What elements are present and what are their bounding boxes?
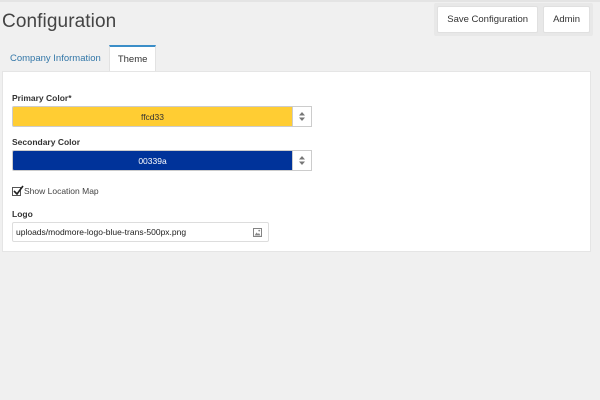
tab-bar: Company Information Theme	[2, 45, 157, 72]
secondary-color-input[interactable]: 00339a	[12, 150, 293, 171]
primary-color-spinner[interactable]	[293, 106, 312, 127]
secondary-color-field: 00339a	[12, 150, 312, 171]
logo-path-input[interactable]: uploads/modmore-logo-blue-trans-500px.pn…	[12, 222, 269, 242]
tab-company-information[interactable]: Company Information	[2, 45, 109, 72]
theme-panel: Primary Color* ffcd33 Secondary Color 00…	[2, 71, 591, 252]
image-file-icon[interactable]	[246, 223, 268, 241]
up-down-arrows-icon	[299, 112, 305, 121]
up-down-arrows-icon	[299, 156, 305, 165]
tab-theme[interactable]: Theme	[108, 45, 157, 72]
primary-color-input[interactable]: ffcd33	[12, 106, 293, 127]
admin-button[interactable]: Admin	[543, 6, 590, 33]
save-configuration-button[interactable]: Save Configuration	[437, 6, 539, 33]
primary-color-field: ffcd33	[12, 106, 312, 127]
page-title: Configuration	[2, 11, 117, 32]
show-location-map-label: Show Location Map	[24, 186, 99, 196]
header-actions: Save Configuration Admin	[434, 3, 593, 36]
checkmark-icon	[13, 185, 24, 195]
logo-label: Logo	[12, 209, 33, 219]
show-location-map-row: Show Location Map	[12, 185, 99, 196]
show-location-map-checkbox[interactable]	[12, 185, 24, 196]
primary-color-label: Primary Color*	[12, 93, 72, 103]
secondary-color-label: Secondary Color	[12, 137, 81, 147]
secondary-color-spinner[interactable]	[293, 150, 312, 171]
logo-path-value: uploads/modmore-logo-blue-trans-500px.pn…	[16, 227, 187, 237]
top-strip	[0, 0, 600, 2]
